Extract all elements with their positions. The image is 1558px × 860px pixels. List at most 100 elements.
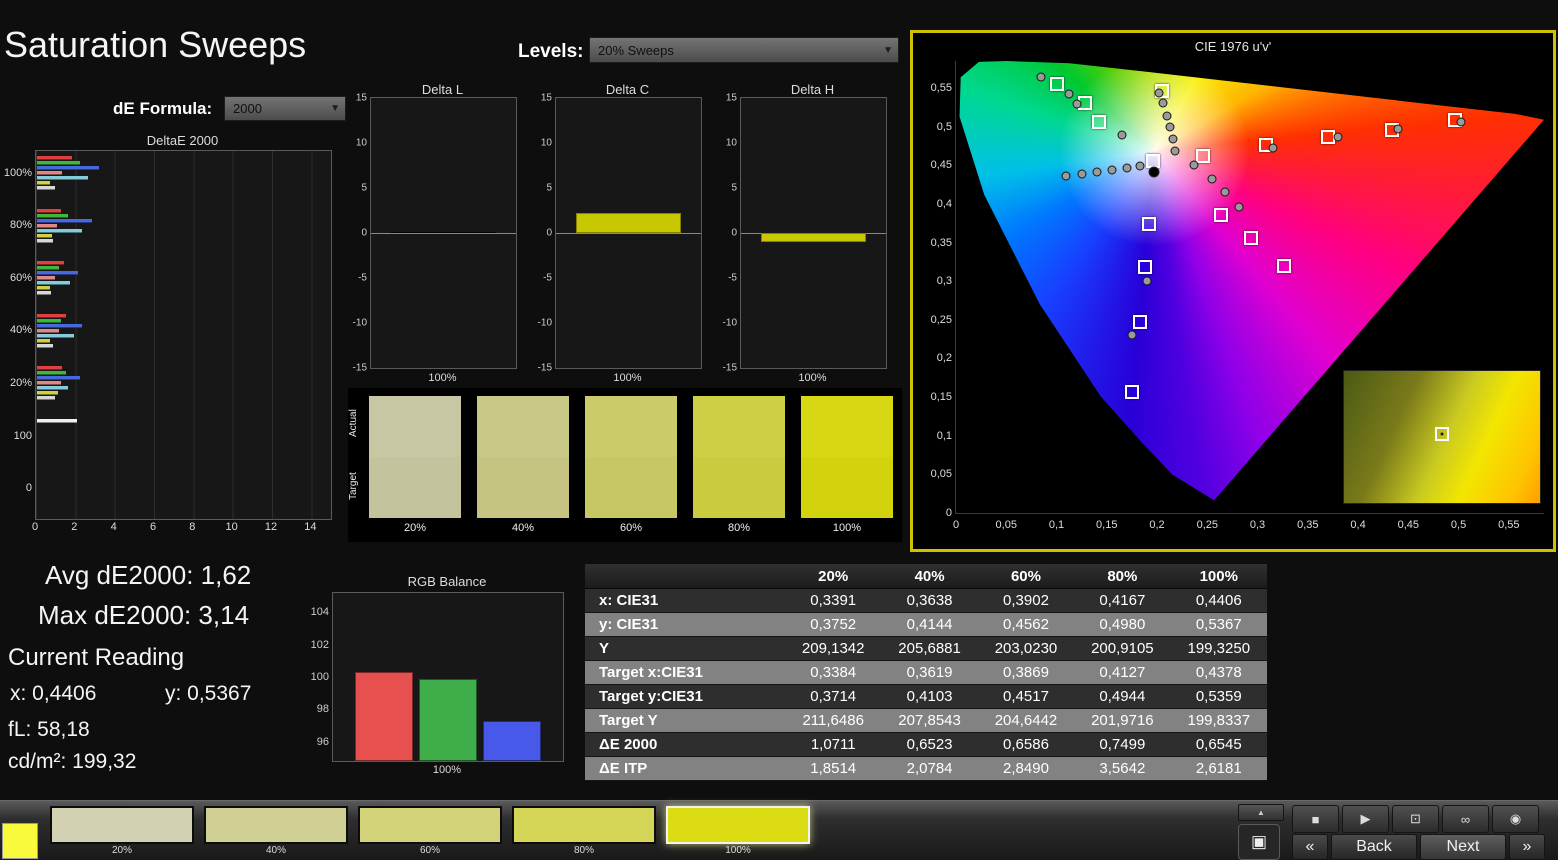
target-marker (1214, 208, 1228, 222)
table-col-header: 80% (1074, 564, 1170, 589)
axis-tick-label: 104 (301, 606, 329, 618)
de-bar (37, 344, 53, 348)
de-row-label: 0 (0, 482, 32, 494)
transport-row: ■▶⊡∞◉ (1292, 805, 1539, 833)
swatch (368, 395, 462, 519)
axis-tick-label: -10 (339, 318, 367, 329)
measured-marker (1333, 133, 1342, 142)
play-button[interactable]: ▶ (1342, 805, 1389, 833)
axis-tick-label: 0,25 (1197, 519, 1218, 531)
target-button[interactable]: ◉ (1492, 805, 1539, 833)
axis-tick-label: 0,15 (1096, 519, 1117, 531)
pattern-patch[interactable]: 80% (512, 806, 656, 856)
de-bar (37, 419, 77, 423)
axis-tick-label: 10 (524, 138, 552, 149)
patch-color (666, 806, 810, 844)
row-label: y: CIE31 (585, 613, 785, 637)
cell-value: 0,4980 (1074, 613, 1170, 637)
swatch-label: 40% (476, 522, 570, 534)
delta-chart-title: Delta H (740, 82, 885, 97)
measured-marker (1155, 88, 1164, 97)
levels-label: Levels: (518, 41, 583, 63)
de-bar (37, 314, 66, 318)
cell-value: 199,3250 (1171, 637, 1267, 661)
de-bar (37, 171, 62, 175)
de2000-x-axis: 02468101214 (35, 521, 330, 535)
axis-tick-label: -5 (709, 273, 737, 284)
de-bar (37, 224, 57, 228)
de-bar (37, 286, 50, 290)
swatch (800, 395, 894, 519)
axis-tick-label: -15 (524, 363, 552, 374)
cell-value: 2,6181 (1171, 757, 1267, 781)
cell-value: 203,0230 (978, 637, 1074, 661)
swatch-actual (801, 396, 893, 457)
de-bar-group (37, 314, 331, 348)
de-row-label: 60% (0, 272, 32, 284)
swatch-actual (693, 396, 785, 457)
patch-color (204, 806, 348, 844)
target-marker (1244, 231, 1258, 245)
levels-dropdown-value: 20% Sweeps (598, 43, 674, 58)
rgb-bar-red (355, 672, 413, 761)
measured-marker (1064, 90, 1073, 99)
axis-tick-label: 0,35 (1297, 519, 1318, 531)
next-button[interactable]: Next (1420, 834, 1506, 860)
pattern-window-button[interactable]: ⊡ (1392, 805, 1439, 833)
swatch-actual (477, 396, 569, 457)
patch-color (50, 806, 194, 844)
cell-value: 2,0784 (881, 757, 977, 781)
avg-de2000-stat: Avg dE2000: 1,62 (45, 560, 251, 591)
axis-tick-label: 0,35 (918, 237, 952, 249)
pattern-patch[interactable]: 100% (666, 806, 810, 856)
axis-tick-label: -15 (339, 363, 367, 374)
measured-marker (1163, 111, 1172, 120)
loop-button[interactable]: ∞ (1442, 805, 1489, 833)
de-row-label: 40% (0, 324, 32, 336)
table-header-row: 20%40%60%80%100% (585, 564, 1267, 589)
table-col-header: 100% (1171, 564, 1267, 589)
pattern-patch[interactable]: 20% (50, 806, 194, 856)
de-bar (37, 156, 72, 160)
back-chevron-button[interactable]: « (1292, 834, 1328, 860)
axis-tick-label: 15 (709, 93, 737, 104)
stop-button[interactable]: ■ (1292, 805, 1339, 833)
de-formula-dropdown[interactable]: 2000 ▼ (224, 96, 346, 121)
levels-dropdown[interactable]: 20% Sweeps ▼ (589, 37, 899, 63)
pattern-patch[interactable]: 40% (204, 806, 348, 856)
de-bar (37, 386, 68, 390)
swatch-strip: Actual Target 20%40%60%80%100% (348, 388, 902, 542)
axis-tick-label: 10 (226, 521, 238, 533)
table-row: Target Y211,6486207,8543204,6442201,9716… (585, 709, 1267, 733)
axis-tick-label: -10 (524, 318, 552, 329)
axis-tick-label: 0 (709, 228, 737, 239)
pattern-display-button[interactable]: ▣ (1238, 824, 1280, 860)
back-button[interactable]: Back (1331, 834, 1417, 860)
cell-value: 204,6442 (978, 709, 1074, 733)
measured-marker (1190, 160, 1199, 169)
cie-chart-panel[interactable]: CIE 1976 u'v' 00,050,10,150,20,250,30,35… (910, 30, 1556, 552)
axis-tick-label: 0,2 (918, 352, 952, 364)
collapse-button[interactable]: ▲ (1238, 804, 1284, 821)
de-bar (37, 219, 92, 223)
cell-value: 0,3391 (785, 589, 881, 613)
de-bar (37, 371, 66, 375)
axis-label: 100% (370, 372, 515, 384)
cell-value: 0,5359 (1171, 685, 1267, 709)
de-formula-dropdown-value: 2000 (233, 101, 262, 116)
de-bar-group (37, 261, 331, 295)
axis-tick-label: 15 (524, 93, 552, 104)
axis-tick-label: 5 (709, 183, 737, 194)
axis-tick-label: 0,4 (918, 198, 952, 210)
delta-chart: 151050-5-10-15 (740, 97, 887, 369)
axis-tick-label: 8 (189, 521, 195, 533)
swatch-target (801, 457, 893, 518)
de2000-rows: 100%80%60%40%20%1000 (36, 151, 331, 519)
table-col-header (585, 564, 785, 589)
pattern-patch[interactable]: 60% (358, 806, 502, 856)
cell-value: 0,3384 (785, 661, 881, 685)
axis-tick-label: 100 (301, 671, 329, 683)
target-marker (1133, 315, 1147, 329)
next-chevron-button[interactable]: » (1509, 834, 1545, 860)
de-bar (37, 214, 68, 218)
